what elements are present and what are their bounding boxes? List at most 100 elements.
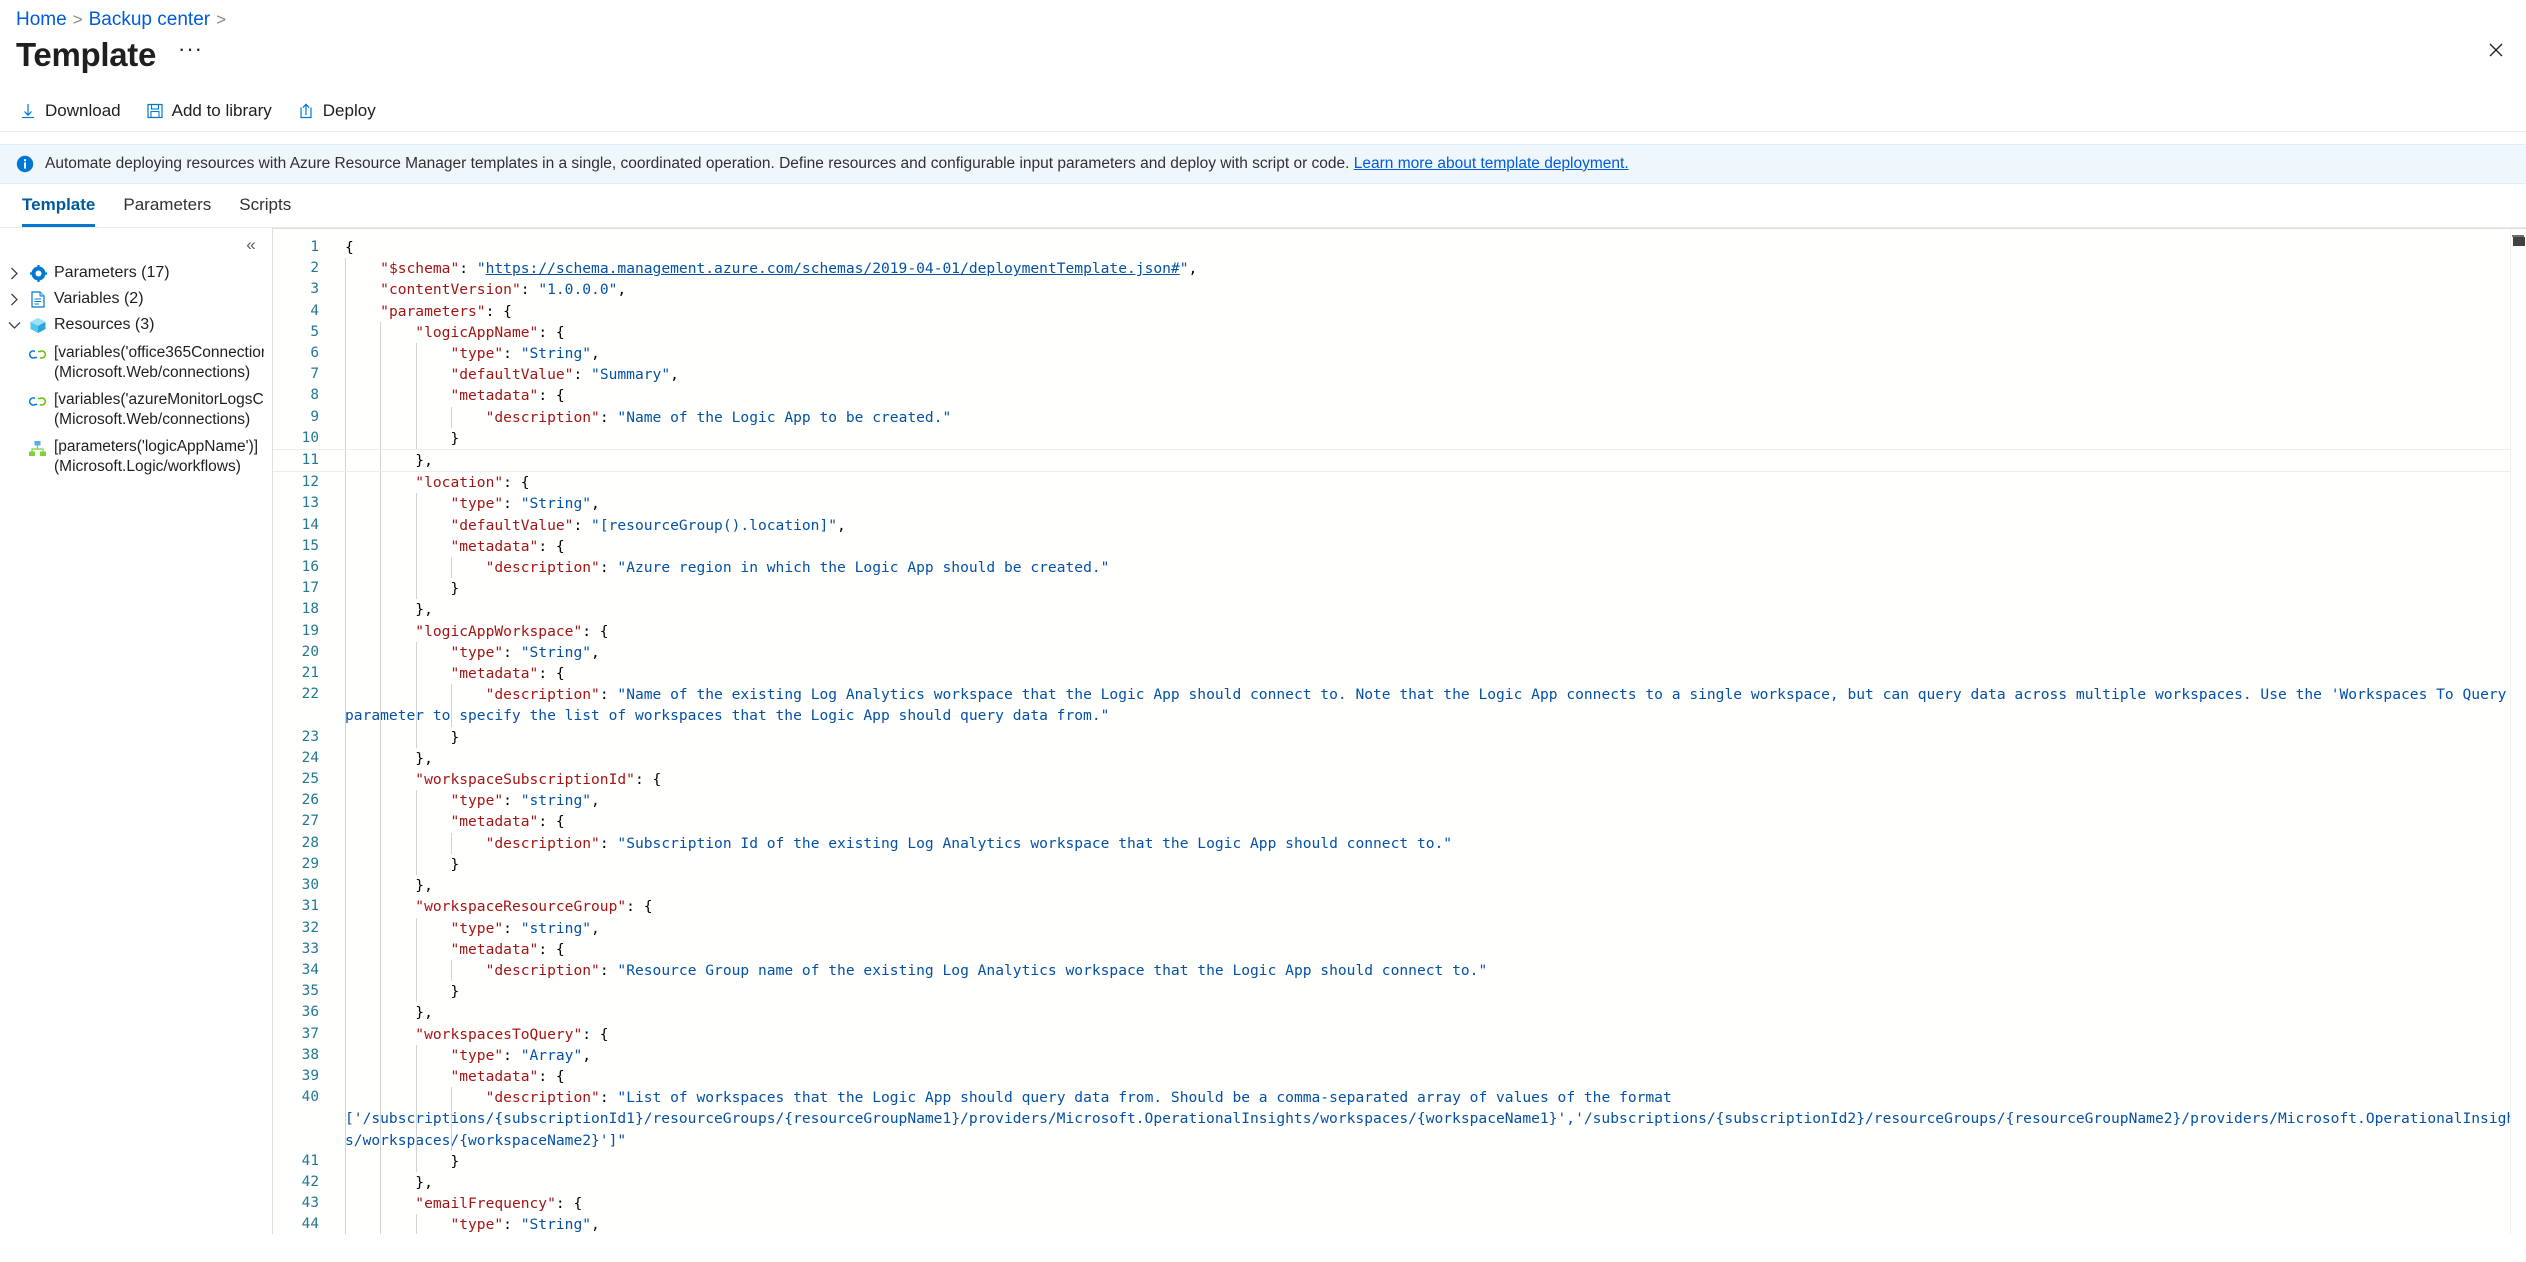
more-options-button[interactable]: ··· xyxy=(172,38,209,60)
code-token: "location" xyxy=(415,474,504,492)
schema-url-link[interactable]: https://schema.management.azure.com/sche… xyxy=(486,260,1180,277)
indent-guide xyxy=(415,832,417,854)
code-line[interactable]: 12 "location": { xyxy=(273,472,2526,494)
code-line[interactable]: 30 }, xyxy=(273,875,2526,897)
code-line[interactable]: 40 "description": "List of workspaces th… xyxy=(273,1087,2526,1151)
collapse-panel-button[interactable]: « xyxy=(240,234,262,256)
code-line[interactable]: 28 "description": "Subscription Id of th… xyxy=(273,832,2526,854)
editor-vertical-scrollbar[interactable] xyxy=(2510,229,2526,1234)
code-line[interactable]: 19 "logicAppWorkspace": { xyxy=(273,620,2526,642)
learn-more-link[interactable]: Learn more about template deployment. xyxy=(1354,155,1629,172)
code-line[interactable]: 32 "type": "string", xyxy=(273,917,2526,939)
close-button[interactable] xyxy=(2480,34,2512,66)
code-line[interactable]: 17 } xyxy=(273,578,2526,600)
indent-guide xyxy=(415,1065,417,1088)
tree-node-variables[interactable]: Variables (2) xyxy=(0,286,272,312)
chevron-right-icon[interactable] xyxy=(6,288,22,310)
code-token: , xyxy=(670,366,679,384)
breadcrumb-item-home[interactable]: Home xyxy=(16,9,67,31)
code-line[interactable]: 7 "defaultValue": "Summary", xyxy=(273,364,2526,386)
line-number: 33 xyxy=(301,940,319,957)
code-line[interactable]: 21 "metadata": { xyxy=(273,663,2526,685)
code-token: : xyxy=(503,1216,521,1234)
code-token: "description" xyxy=(485,408,600,426)
tree-node-resources[interactable]: Resources (3) xyxy=(0,312,272,338)
code-line[interactable]: 43 "emailFrequency": { xyxy=(273,1193,2526,1215)
code-line[interactable]: 15 "metadata": { xyxy=(273,535,2526,558)
tree-child-label: [variables('office365ConnectionNa (Micro… xyxy=(54,343,264,382)
chevron-down-icon[interactable] xyxy=(6,314,22,336)
code-token: "Summary" xyxy=(591,366,671,384)
code-line[interactable]: 36 }, xyxy=(273,1002,2526,1024)
code-line[interactable]: 34 "description": "Resource Group name o… xyxy=(273,959,2526,982)
indent-guide xyxy=(450,832,452,854)
code-line[interactable]: 42 }, xyxy=(273,1171,2526,1194)
indent-guide xyxy=(380,1214,382,1234)
code-line[interactable]: 11 }, xyxy=(273,449,2526,473)
code-token: : xyxy=(599,408,618,426)
line-number: 4 xyxy=(310,302,319,319)
breadcrumb-item-backup-center[interactable]: Backup center xyxy=(89,9,210,31)
code-line[interactable]: 23 } xyxy=(273,726,2526,748)
code-text: } xyxy=(331,981,2526,1003)
code-line[interactable]: 33 "metadata": { xyxy=(273,938,2526,960)
template-code-editor[interactable]: 1{2 "$schema": "https://schema.managemen… xyxy=(272,228,2526,1234)
code-line[interactable]: 14 "defaultValue": "[resourceGroup().loc… xyxy=(273,514,2526,536)
tree-child-azuremonitorlogs-connection[interactable]: [variables('azureMonitorLogsConn (Micros… xyxy=(0,385,272,432)
indent-guide xyxy=(415,959,417,982)
code-line[interactable]: 5 "logicAppName": { xyxy=(273,321,2526,344)
code-line[interactable]: 22 "description": "Name of the existing … xyxy=(273,684,2526,727)
code-line[interactable]: 25 "workspaceSubscriptionId": { xyxy=(273,769,2526,791)
code-line[interactable]: 8 "metadata": { xyxy=(273,385,2526,407)
code-line[interactable]: 2 "$schema": "https://schema.management.… xyxy=(273,258,2526,280)
code-token: "type" xyxy=(450,919,504,937)
indent-guide xyxy=(345,406,347,428)
code-token: : xyxy=(599,1089,618,1107)
tree-child-logicapp-workflow[interactable]: [parameters('logicAppName')] (Microsoft.… xyxy=(0,432,272,479)
code-line[interactable]: 29 } xyxy=(273,853,2526,876)
code-line[interactable]: 3 "contentVersion": "1.0.0.0", xyxy=(273,279,2526,301)
code-line[interactable]: 26 "type": "string", xyxy=(273,790,2526,812)
code-line[interactable]: 1{ xyxy=(273,237,2526,258)
code-token: , xyxy=(591,1216,600,1234)
editor-scrollbar-thumb[interactable] xyxy=(2513,237,2525,246)
code-line[interactable]: 24 }, xyxy=(273,747,2526,770)
info-banner-message: Automate deploying resources with Azure … xyxy=(45,155,1354,172)
code-line[interactable]: 31 "workspaceResourceGroup": { xyxy=(273,896,2526,918)
tab-template[interactable]: Template xyxy=(8,185,109,227)
code-text: "defaultValue": "[resourceGroup().locati… xyxy=(331,514,2526,536)
tab-scripts[interactable]: Scripts xyxy=(225,185,305,227)
code-line[interactable]: 44 "type": "String", xyxy=(273,1214,2526,1234)
code-line[interactable]: 41 } xyxy=(273,1150,2526,1172)
tab-parameters[interactable]: Parameters xyxy=(109,185,225,227)
indent-guide xyxy=(380,321,382,344)
download-button[interactable]: Download xyxy=(12,95,133,127)
code-line[interactable]: 16 "description": "Azure region in which… xyxy=(273,557,2526,579)
line-number: 41 xyxy=(301,1152,319,1169)
add-to-library-button[interactable]: Add to library xyxy=(139,95,284,127)
code-token: " xyxy=(1179,260,1189,278)
indent-guide xyxy=(415,535,417,558)
indent-guide xyxy=(415,514,417,536)
tree-child-office365-connection[interactable]: [variables('office365ConnectionNa (Micro… xyxy=(0,338,272,385)
deploy-button[interactable]: Deploy xyxy=(290,95,388,127)
code-line[interactable]: 20 "type": "String", xyxy=(273,641,2526,664)
chevron-right-icon[interactable] xyxy=(6,262,22,284)
code-line[interactable]: 4 "parameters": { xyxy=(273,300,2526,322)
code-line[interactable]: 37 "workspacesToQuery": { xyxy=(273,1023,2526,1045)
code-line[interactable]: 39 "metadata": { xyxy=(273,1065,2526,1088)
code-line[interactable]: 13 "type": "String", xyxy=(273,493,2526,515)
indent-guide xyxy=(380,514,382,536)
indent-guide xyxy=(415,938,417,960)
code-line[interactable]: 18 }, xyxy=(273,599,2526,621)
code-line[interactable]: 9 "description": "Name of the Logic App … xyxy=(273,406,2526,428)
code-text: "type": "String", xyxy=(331,1214,2526,1234)
code-token: "type" xyxy=(450,495,504,513)
code-line[interactable]: 38 "type": "Array", xyxy=(273,1044,2526,1066)
code-line[interactable]: 35 } xyxy=(273,981,2526,1003)
tree-node-parameters[interactable]: Parameters (17) xyxy=(0,260,272,286)
code-line[interactable]: 10 } xyxy=(273,427,2526,450)
code-line[interactable]: 27 "metadata": { xyxy=(273,811,2526,833)
code-line[interactable]: 6 "type": "String", xyxy=(273,343,2526,365)
code-lines[interactable]: 1{2 "$schema": "https://schema.managemen… xyxy=(273,229,2526,1234)
